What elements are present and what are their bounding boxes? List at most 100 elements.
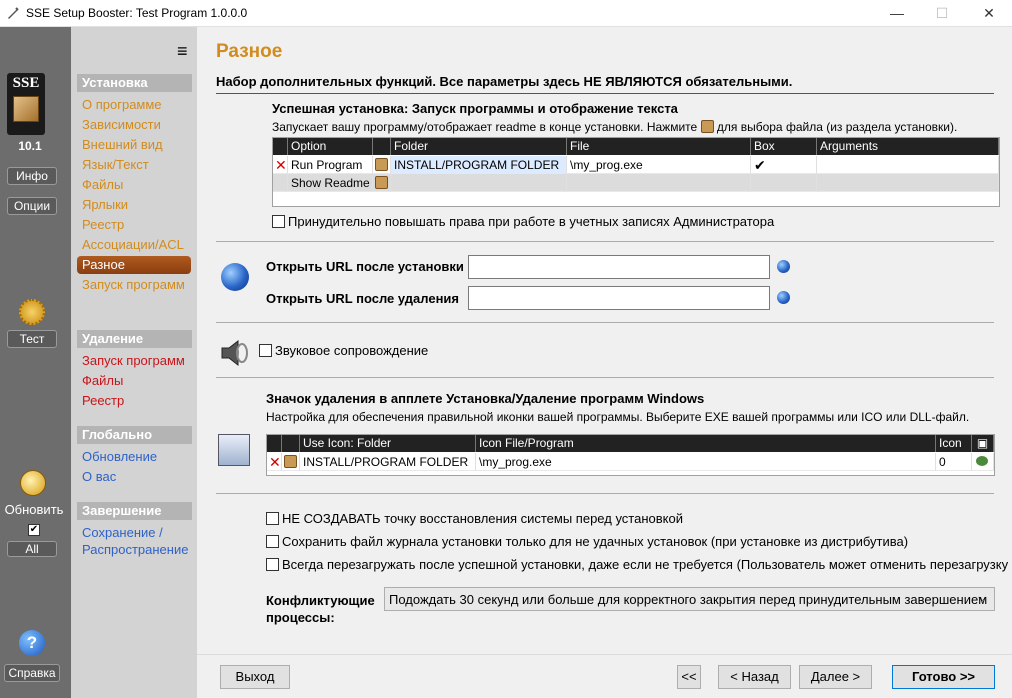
globe-icon (221, 263, 249, 291)
hamburger-menu-icon[interactable]: ≡ (177, 42, 188, 60)
delete-row-icon[interactable]: ✕ (273, 156, 288, 174)
nav-item-uninstall-files[interactable]: Файлы (82, 373, 123, 388)
always-reboot-label: Всегда перезагружать после успешной уста… (282, 557, 1008, 572)
nav-item-run-programs[interactable]: Запуск программ (82, 277, 185, 292)
nav-item-language[interactable]: Язык/Текст (82, 157, 149, 172)
logo-text: SSE (12, 75, 40, 91)
always-reboot-checkbox[interactable] (266, 558, 279, 571)
nav-item-save[interactable]: Сохранение / (82, 525, 163, 540)
sse-logo: SSE (7, 73, 45, 135)
help-button[interactable]: Справка (4, 664, 60, 682)
nav-item-appearance[interactable]: Внешний вид (82, 137, 163, 152)
nav-item-about-you[interactable]: О вас (82, 469, 116, 484)
nav-item-uninstall-run[interactable]: Запуск программ (82, 353, 185, 368)
col-icon-folder[interactable]: Use Icon: Folder (300, 435, 476, 452)
minimize-button[interactable]: — (874, 0, 920, 27)
url-uninstall-globe-icon[interactable] (777, 291, 790, 304)
cell-file[interactable]: \my_prog.exe (567, 156, 751, 174)
cell-box-default-2[interactable] (751, 174, 817, 192)
nav-item-dependencies[interactable]: Зависимости (82, 117, 161, 132)
cell-option[interactable]: Run Program (288, 156, 373, 174)
info-button[interactable]: Инфо (7, 167, 57, 185)
sound-checkbox[interactable] (259, 344, 272, 357)
col-arguments[interactable]: Arguments (817, 138, 999, 155)
elevate-checkbox[interactable] (272, 215, 285, 228)
first-page-button[interactable]: << (677, 665, 701, 689)
options-button[interactable]: Опции (7, 197, 57, 215)
run-desc-part2: для выбора файла (из раздела установки). (716, 120, 958, 134)
maximize-button[interactable]: ☐ (919, 0, 965, 27)
title-bar[interactable]: SSE Setup Booster: Test Program 1.0.0.0 … (0, 0, 1012, 27)
log-failed-only-checkbox[interactable] (266, 535, 279, 548)
nav-item-registry[interactable]: Реестр (82, 217, 124, 232)
url-uninstall-input[interactable] (468, 286, 770, 310)
cell-arguments-2[interactable] (817, 174, 999, 192)
all-button[interactable]: All (7, 541, 57, 557)
folder-picker-icon-2[interactable] (373, 174, 391, 192)
log-failed-only-label: Сохранить файл журнала установки только … (282, 534, 909, 549)
nav-panel: ≡ Установка О программе Зависимости Внеш… (71, 27, 197, 698)
exit-button[interactable]: Выход (220, 665, 290, 689)
col-icon-index[interactable]: Icon # (936, 435, 972, 467)
folder-picker-icon[interactable] (373, 156, 391, 174)
cell-box-default-check[interactable]: ✔ (751, 156, 817, 174)
url-install-label: Открыть URL после установки (266, 259, 464, 274)
no-restore-point-checkbox[interactable] (266, 512, 279, 525)
delete-icon-row-icon[interactable]: ✕ (267, 453, 282, 471)
col-option[interactable]: Option (288, 138, 373, 155)
box-icon (13, 96, 39, 122)
col-box-default[interactable]: Box Default (751, 138, 817, 170)
version-label: 10.1 (18, 139, 42, 153)
close-button[interactable]: ✕ (966, 0, 1012, 27)
speaker-icon (218, 337, 250, 369)
conflict-label: Конфликтующие процессы: (266, 593, 375, 625)
url-install-globe-icon[interactable] (777, 260, 790, 273)
cell-option-2[interactable]: Show Readme (288, 174, 373, 192)
url-install-input[interactable] (468, 255, 770, 279)
update-label[interactable]: Обновить (0, 502, 68, 517)
run-programs-grid[interactable]: Option Folder File Box Default Arguments… (272, 137, 1000, 207)
icon-description: Настройка для обеспечения правильной ико… (266, 410, 970, 424)
nav-item-about[interactable]: О программе (82, 97, 162, 112)
page-title: Разное (216, 41, 283, 62)
nav-section-install: Установка (77, 74, 192, 92)
icon-folder-picker-icon[interactable] (282, 453, 300, 471)
next-button[interactable]: Далее > (799, 665, 872, 689)
nav-section-uninstall: Удаление (77, 330, 192, 348)
icon-heading: Значок удаления в апплете Установка/Удал… (266, 391, 705, 406)
nav-item-distribute[interactable]: Распространение (82, 542, 188, 557)
cell-folder-2[interactable] (391, 174, 567, 192)
col-icon-file[interactable]: Icon File/Program (476, 435, 936, 452)
uninstall-icon-grid[interactable]: Use Icon: Folder Icon File/Program Icon … (266, 434, 995, 476)
app-icon (8, 7, 19, 19)
nav-item-misc[interactable]: Разное (77, 256, 191, 274)
elevate-label: Принудительно повышать права при работе … (288, 214, 775, 229)
conflict-select[interactable]: Подождать 30 секунд или больше для корре… (384, 587, 995, 611)
nav-item-uninstall-registry[interactable]: Реестр (82, 393, 124, 408)
nav-item-files[interactable]: Файлы (82, 177, 123, 192)
run-description: Запускает вашу программу/отображает read… (272, 120, 957, 134)
package-icon (700, 120, 714, 133)
test-button[interactable]: Тест (7, 330, 57, 348)
cell-icon-folder[interactable]: INSTALL/PROGRAM FOLDER (300, 453, 476, 471)
help-icon[interactable]: ? (19, 630, 45, 656)
nav-item-shortcuts[interactable]: Ярлыки (82, 197, 128, 212)
update-icon[interactable] (20, 470, 46, 496)
cell-file-2[interactable] (567, 174, 751, 192)
gear-icon[interactable] (19, 299, 45, 325)
finish-button[interactable]: Готово >> (892, 665, 995, 689)
cell-arguments[interactable] (817, 156, 999, 174)
cell-icon-index[interactable]: 0 (936, 453, 972, 471)
nav-item-associations[interactable]: Ассоциации/ACL (82, 237, 184, 252)
main-content: Разное Набор дополнительных функций. Все… (197, 27, 1012, 698)
nav-item-update[interactable]: Обновление (82, 449, 157, 464)
col-file[interactable]: File (567, 138, 751, 155)
cell-icon-file[interactable]: \my_prog.exe (476, 453, 936, 471)
icon-preview-icon (972, 453, 994, 471)
col-icon-preview-icon[interactable]: ▣ (972, 435, 994, 452)
col-folder[interactable]: Folder (391, 138, 567, 155)
chevron-down-icon[interactable]: ⌵ (978, 592, 986, 605)
back-button[interactable]: < Назад (718, 665, 791, 689)
update-all-checkbox[interactable]: ✔ (28, 524, 40, 536)
cell-folder[interactable]: INSTALL/PROGRAM FOLDER (391, 156, 567, 174)
